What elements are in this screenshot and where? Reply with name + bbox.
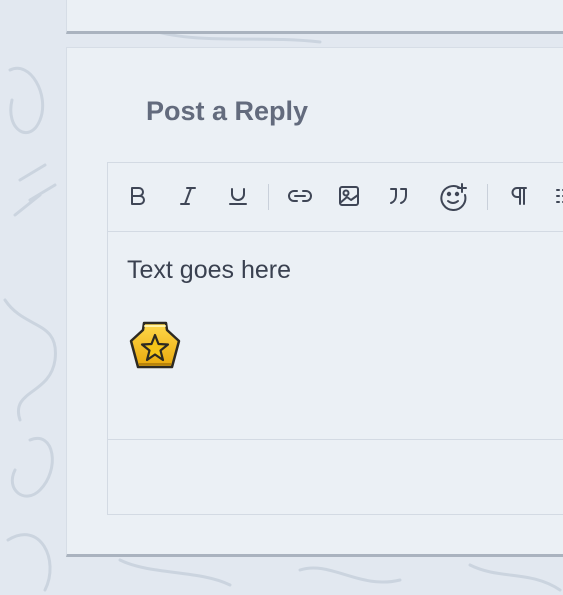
image-icon (339, 186, 359, 206)
reply-panel: Post a Reply Text goes here (66, 47, 563, 557)
quote-icon (390, 188, 407, 204)
reply-body-text: Text goes here (127, 256, 291, 284)
italic-icon (180, 187, 196, 205)
editor-footer (108, 440, 563, 515)
underline-icon (229, 188, 247, 205)
paragraph-button[interactable] (502, 179, 536, 213)
reply-editor: Text goes here (107, 162, 563, 515)
underline-button[interactable] (221, 179, 255, 213)
star-badge-icon (129, 321, 181, 369)
editor-content-area[interactable]: Text goes here (108, 232, 563, 440)
bold-button[interactable] (121, 179, 155, 213)
list-button[interactable] (548, 179, 563, 213)
bold-icon (131, 187, 145, 205)
emoji-add-icon (440, 183, 467, 211)
toolbar-divider (268, 184, 269, 210)
emoji-button[interactable] (436, 179, 472, 213)
reply-title: Post a Reply (146, 96, 309, 126)
quote-button[interactable] (382, 179, 416, 213)
pilcrow-icon (511, 187, 527, 205)
editor-toolbar (108, 163, 563, 232)
link-icon (288, 190, 312, 202)
link-button[interactable] (283, 179, 317, 213)
italic-button[interactable] (171, 179, 205, 213)
image-button[interactable] (332, 179, 366, 213)
list-icon (556, 189, 563, 203)
toolbar-divider (487, 184, 488, 210)
previous-post-panel (66, 0, 563, 34)
